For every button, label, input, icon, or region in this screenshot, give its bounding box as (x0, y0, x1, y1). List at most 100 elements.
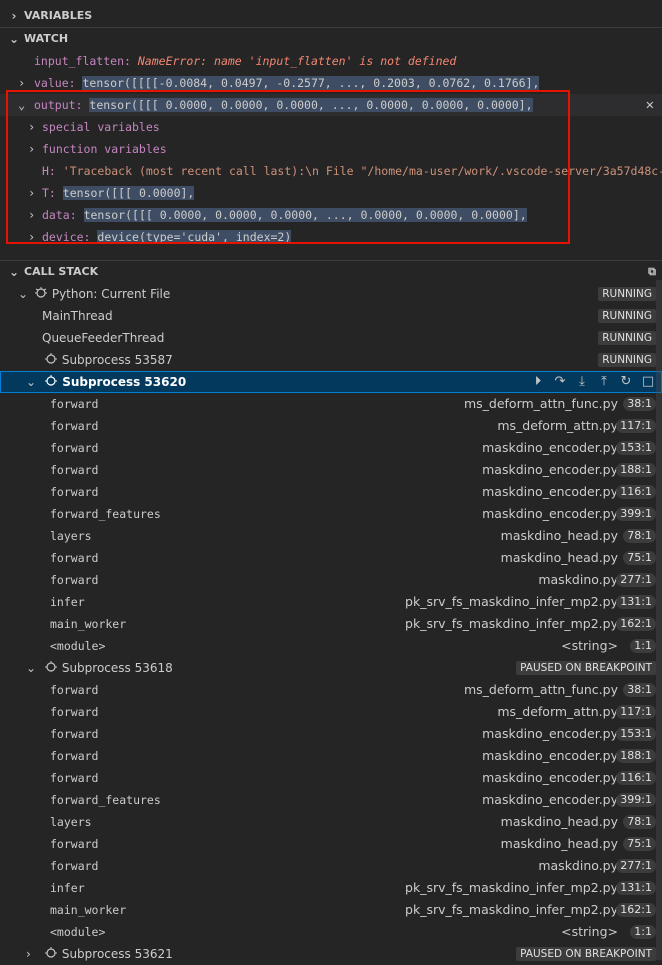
watch-child-device[interactable]: › device: device(type='cuda', index=2) (0, 226, 662, 248)
collapse-all-icon[interactable]: ⧉ (648, 261, 656, 283)
frame-line-badge: 38:1 (623, 683, 656, 697)
child-label: special variables (42, 116, 160, 138)
chevron-down-icon: ⌄ (26, 657, 36, 679)
stack-frame[interactable]: forwardmaskdino_encoder.py116:1 (0, 767, 662, 789)
watch-section-header[interactable]: ⌄ WATCH (0, 28, 662, 50)
watch-child-data[interactable]: › data: tensor([[[ 0.0000, 0.0000, 0.000… (0, 204, 662, 226)
chevron-right-icon: › (18, 72, 25, 94)
watch-row-input-flatten[interactable]: input_flatten: NameError: name 'input_fl… (0, 50, 662, 72)
frame-file: ms_deform_attn_func.py (464, 679, 618, 701)
frame-function: forward (50, 723, 98, 745)
session-python-current-file[interactable]: ⌄ Python: Current File RUNNING (0, 283, 662, 305)
stack-frame[interactable]: forwardmaskdino_head.py75:1 (0, 833, 662, 855)
close-icon[interactable]: ✕ (646, 94, 654, 116)
frame-file: maskdino_encoder.py (482, 767, 618, 789)
frame-line-badge: 277:1 (616, 859, 656, 873)
stack-frame[interactable]: main_workerpk_srv_fs_maskdino_infer_mp2.… (0, 613, 662, 635)
frame-function: forward (50, 745, 98, 767)
watch-row-value[interactable]: › value: tensor([[[[-0.0084, 0.0497, -0.… (0, 72, 662, 94)
frame-file: ms_deform_attn_func.py (464, 393, 618, 415)
stack-frame[interactable]: main_workerpk_srv_fs_maskdino_infer_mp2.… (0, 899, 662, 921)
frame-file: maskdino.py (538, 855, 618, 877)
restart-icon[interactable]: ↻ (618, 371, 634, 393)
watch-expr: input_flatten: (34, 54, 131, 68)
frame-file: maskdino_encoder.py (482, 745, 618, 767)
watch-row-output[interactable]: ⌄ output: tensor([[[ 0.0000, 0.0000, 0.0… (0, 94, 662, 116)
stack-frame[interactable]: forward_featuresmaskdino_encoder.py399:1 (0, 789, 662, 811)
stack-frame[interactable]: forwardms_deform_attn_func.py38:1 (0, 679, 662, 701)
stack-frame[interactable]: forwardmaskdino_head.py75:1 (0, 547, 662, 569)
subprocess-label: Subprocess 53618 (62, 661, 173, 675)
watch-child-function-variables[interactable]: › function variables (0, 138, 662, 160)
stack-frame[interactable]: layersmaskdino_head.py78:1 (0, 525, 662, 547)
bug-icon (44, 372, 58, 394)
frame-function: forward (50, 415, 98, 437)
subprocess-53621[interactable]: › Subprocess 53621 PAUSED ON BREAKPOINT (0, 943, 662, 965)
variables-section-header[interactable]: › VARIABLES (0, 5, 662, 27)
callstack-title: CALL STACK (24, 261, 98, 283)
frame-file: maskdino_head.py (501, 811, 618, 833)
child-name: device: (42, 230, 90, 244)
stop-icon[interactable]: □ (640, 371, 656, 393)
stack-frame[interactable]: forward maskdino_encoder.py188:1 (0, 745, 662, 767)
frame-file: maskdino_encoder.py (482, 789, 618, 811)
thread-queuefeeder[interactable]: QueueFeederThread RUNNING (0, 327, 662, 349)
watch-child-t[interactable]: › T: tensor([[[ 0.0000], (0, 182, 662, 204)
stack-frame[interactable]: forwardmaskdino_encoder.py153:1 (0, 437, 662, 459)
stack-frame[interactable]: forwardms_deform_attn_func.py38:1 (0, 393, 662, 415)
watch-child-h[interactable]: H: 'Traceback (most recent call last):\n… (0, 160, 662, 182)
chevron-right-icon: › (28, 138, 35, 160)
stack-frame[interactable]: forwardmaskdino_encoder.py153:1 (0, 723, 662, 745)
step-over-icon[interactable]: ↷ (552, 371, 568, 393)
frame-file: maskdino_encoder.py (482, 481, 618, 503)
thread-label: QueueFeederThread (42, 327, 164, 349)
frame-function: forward (50, 569, 98, 591)
chevron-right-icon: › (26, 943, 31, 965)
frame-function: forward_features (50, 503, 161, 525)
stack-frame[interactable]: <module><string>1:1 (0, 635, 662, 657)
continue-icon[interactable]: ⏵ (530, 371, 546, 393)
chevron-down-icon: ⌄ (26, 371, 36, 393)
stack-frame[interactable]: forwardmaskdino.py277:1 (0, 569, 662, 591)
child-name: data: (42, 208, 77, 222)
stack-frame[interactable]: forwardms_deform_attn.py117:1 (0, 701, 662, 723)
status-badge: RUNNING (598, 353, 656, 367)
subprocess-53587[interactable]: Subprocess 53587 RUNNING (0, 349, 662, 371)
stack-frame[interactable]: forward_featuresmaskdino_encoder.py399:1 (0, 503, 662, 525)
stack-frame[interactable]: inferpk_srv_fs_maskdino_infer_mp2.py131:… (0, 877, 662, 899)
frame-function: layers (50, 811, 92, 833)
chevron-down-icon: ⌄ (18, 94, 25, 116)
stack-frame[interactable]: forwardmaskdino_encoder.py116:1 (0, 481, 662, 503)
frame-function: forward (50, 833, 98, 855)
stack-frame[interactable]: <module><string>1:1 (0, 921, 662, 943)
thread-main[interactable]: MainThread RUNNING (0, 305, 662, 327)
stack-frame[interactable]: inferpk_srv_fs_maskdino_infer_mp2.py131:… (0, 591, 662, 613)
frame-function: layers (50, 525, 92, 547)
frame-line-badge: 117:1 (616, 705, 656, 719)
frame-file: maskdino_encoder.py (482, 437, 618, 459)
stack-frame[interactable]: layersmaskdino_head.py78:1 (0, 811, 662, 833)
watch-child-special-variables[interactable]: › special variables (0, 116, 662, 138)
chevron-down-icon: ⌄ (8, 28, 20, 50)
step-out-icon[interactable]: ⤒ (596, 371, 612, 393)
step-into-icon[interactable]: ⤓ (574, 371, 590, 393)
frame-line-badge: 399:1 (616, 793, 656, 807)
callstack-section-header[interactable]: ⌄ CALL STACK ⧉ (0, 261, 662, 283)
subprocess-53620[interactable]: ⌄ Subprocess 53620 ⏵ ↷ ⤓ ⤒ ↻ □ (0, 371, 662, 393)
stack-frame[interactable]: forwardmaskdino.py277:1 (0, 855, 662, 877)
scrollbar[interactable] (656, 280, 662, 960)
stack-frame[interactable]: forwardmaskdino_encoder.py188:1 (0, 459, 662, 481)
frame-file: maskdino_head.py (501, 547, 618, 569)
frame-file: pk_srv_fs_maskdino_infer_mp2.py (405, 591, 618, 613)
frame-function: infer (50, 591, 85, 613)
child-name: T: (42, 186, 56, 200)
frame-file: maskdino_head.py (501, 833, 618, 855)
stack-frame[interactable]: forwardms_deform_attn.py117:1 (0, 415, 662, 437)
session-label: Python: Current File (52, 287, 170, 301)
subprocess-53618[interactable]: ⌄ Subprocess 53618 PAUSED ON BREAKPOINT (0, 657, 662, 679)
frame-line-badge: 399:1 (616, 507, 656, 521)
frame-line-badge: 188:1 (616, 749, 656, 763)
chevron-right-icon: › (28, 204, 35, 226)
frame-function: <module> (50, 921, 105, 943)
watch-expr: output: (34, 98, 82, 112)
